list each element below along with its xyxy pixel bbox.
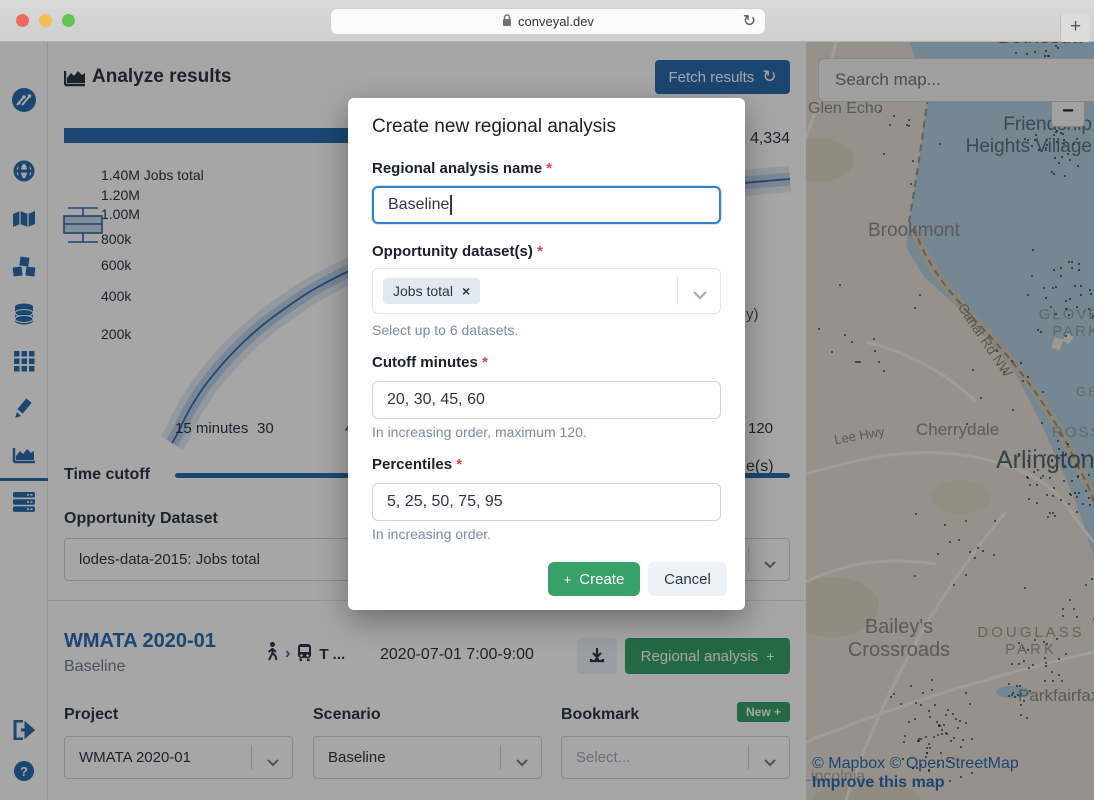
percentiles-helper-text: In increasing order. <box>372 526 491 542</box>
cancel-button[interactable]: Cancel <box>648 562 727 596</box>
datasets-field-label: Opportunity dataset(s) * <box>372 243 543 260</box>
datasets-multiselect[interactable]: Jobs total × <box>372 268 721 314</box>
text-caret <box>450 195 452 215</box>
screen: ? Analyze results Fetch results↻ 4,334 <box>0 0 1094 800</box>
analysis-name-input[interactable]: Baseline <box>372 186 721 224</box>
new-tab-button[interactable]: + <box>1060 14 1090 42</box>
minimize-window-button[interactable] <box>39 14 52 27</box>
url-text: conveyal.dev <box>518 14 594 29</box>
reload-icon[interactable]: ↻ <box>743 11 756 31</box>
chevron-down-icon[interactable] <box>693 287 707 305</box>
name-field-label: Regional analysis name * <box>372 160 552 177</box>
dataset-tag: Jobs total × <box>383 278 480 304</box>
create-button[interactable]: +Create <box>548 562 640 596</box>
remove-tag-button[interactable]: × <box>462 283 470 299</box>
lock-icon <box>502 14 512 30</box>
cutoffs-field-label: Cutoff minutes * <box>372 354 488 371</box>
cutoffs-helper-text: In increasing order, maximum 120. <box>372 424 587 440</box>
datasets-helper-text: Select up to 6 datasets. <box>372 322 518 338</box>
plus-icon: + <box>564 572 572 587</box>
cutoff-minutes-input[interactable]: 20, 30, 45, 60 <box>372 381 721 419</box>
close-window-button[interactable] <box>16 14 29 27</box>
maximize-window-button[interactable] <box>62 14 75 27</box>
browser-chrome: conveyal.dev ↻ + <box>0 0 1094 42</box>
percentiles-input[interactable]: 5, 25, 50, 75, 95 <box>372 483 721 521</box>
create-regional-analysis-modal: Create new regional analysis Regional an… <box>348 98 745 610</box>
percentiles-field-label: Percentiles * <box>372 456 462 473</box>
modal-title: Create new regional analysis <box>372 116 616 138</box>
address-bar[interactable]: conveyal.dev ↻ <box>330 8 766 35</box>
